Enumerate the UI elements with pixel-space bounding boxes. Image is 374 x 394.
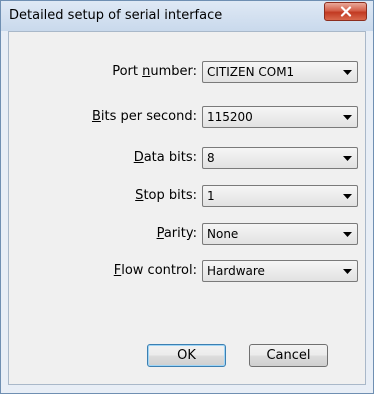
data-bits-row: Data bits: 8 (9, 147, 367, 171)
chevron-down-icon (343, 156, 352, 161)
stop-bits-value: 1 (207, 189, 215, 203)
data-bits-value: 8 (207, 151, 215, 165)
stop-bits-label: Stop bits: (135, 188, 197, 203)
data-bits-label: Data bits: (133, 150, 197, 165)
bits-per-second-label: Bits per second: (91, 109, 197, 124)
chevron-down-icon (343, 70, 352, 75)
stop-bits-dropdown[interactable]: 1 (202, 185, 358, 207)
port-number-dropdown[interactable]: CITIZEN COM1 (202, 61, 358, 83)
close-button[interactable] (324, 2, 367, 21)
parity-value: None (207, 227, 239, 241)
flow-control-label: Flow control: (113, 263, 197, 278)
flow-control-row: Flow control: Hardware (9, 260, 367, 284)
title-bar[interactable]: Detailed setup of serial interface (1, 1, 373, 31)
flow-control-value: Hardware (207, 264, 265, 278)
flow-control-dropdown[interactable]: Hardware (202, 260, 358, 282)
chevron-down-icon (343, 232, 352, 237)
port-number-label: Port number: (112, 64, 197, 79)
cancel-button[interactable]: Cancel (249, 344, 328, 367)
window-title: Detailed setup of serial interface (9, 8, 223, 23)
stop-bits-row: Stop bits: 1 (9, 185, 367, 209)
bits-per-second-dropdown[interactable]: 115200 (202, 106, 358, 128)
parity-dropdown[interactable]: None (202, 223, 358, 245)
bits-per-second-value: 115200 (207, 110, 253, 124)
port-number-value: CITIZEN COM1 (207, 65, 295, 79)
bits-per-second-row: Bits per second: 115200 (9, 106, 367, 130)
close-icon (340, 6, 352, 17)
data-bits-dropdown[interactable]: 8 (202, 147, 358, 169)
chevron-down-icon (343, 115, 352, 120)
dialog-body: Port number: CITIZEN COM1 Bits per secon… (8, 31, 366, 385)
ok-button[interactable]: OK (147, 344, 226, 367)
parity-row: Parity: None (9, 223, 367, 247)
port-number-row: Port number: CITIZEN COM1 (9, 61, 367, 85)
parity-label: Parity: (156, 226, 197, 241)
dialog-window: Detailed setup of serial interface Port … (0, 0, 374, 394)
chevron-down-icon (343, 194, 352, 199)
chevron-down-icon (343, 269, 352, 274)
